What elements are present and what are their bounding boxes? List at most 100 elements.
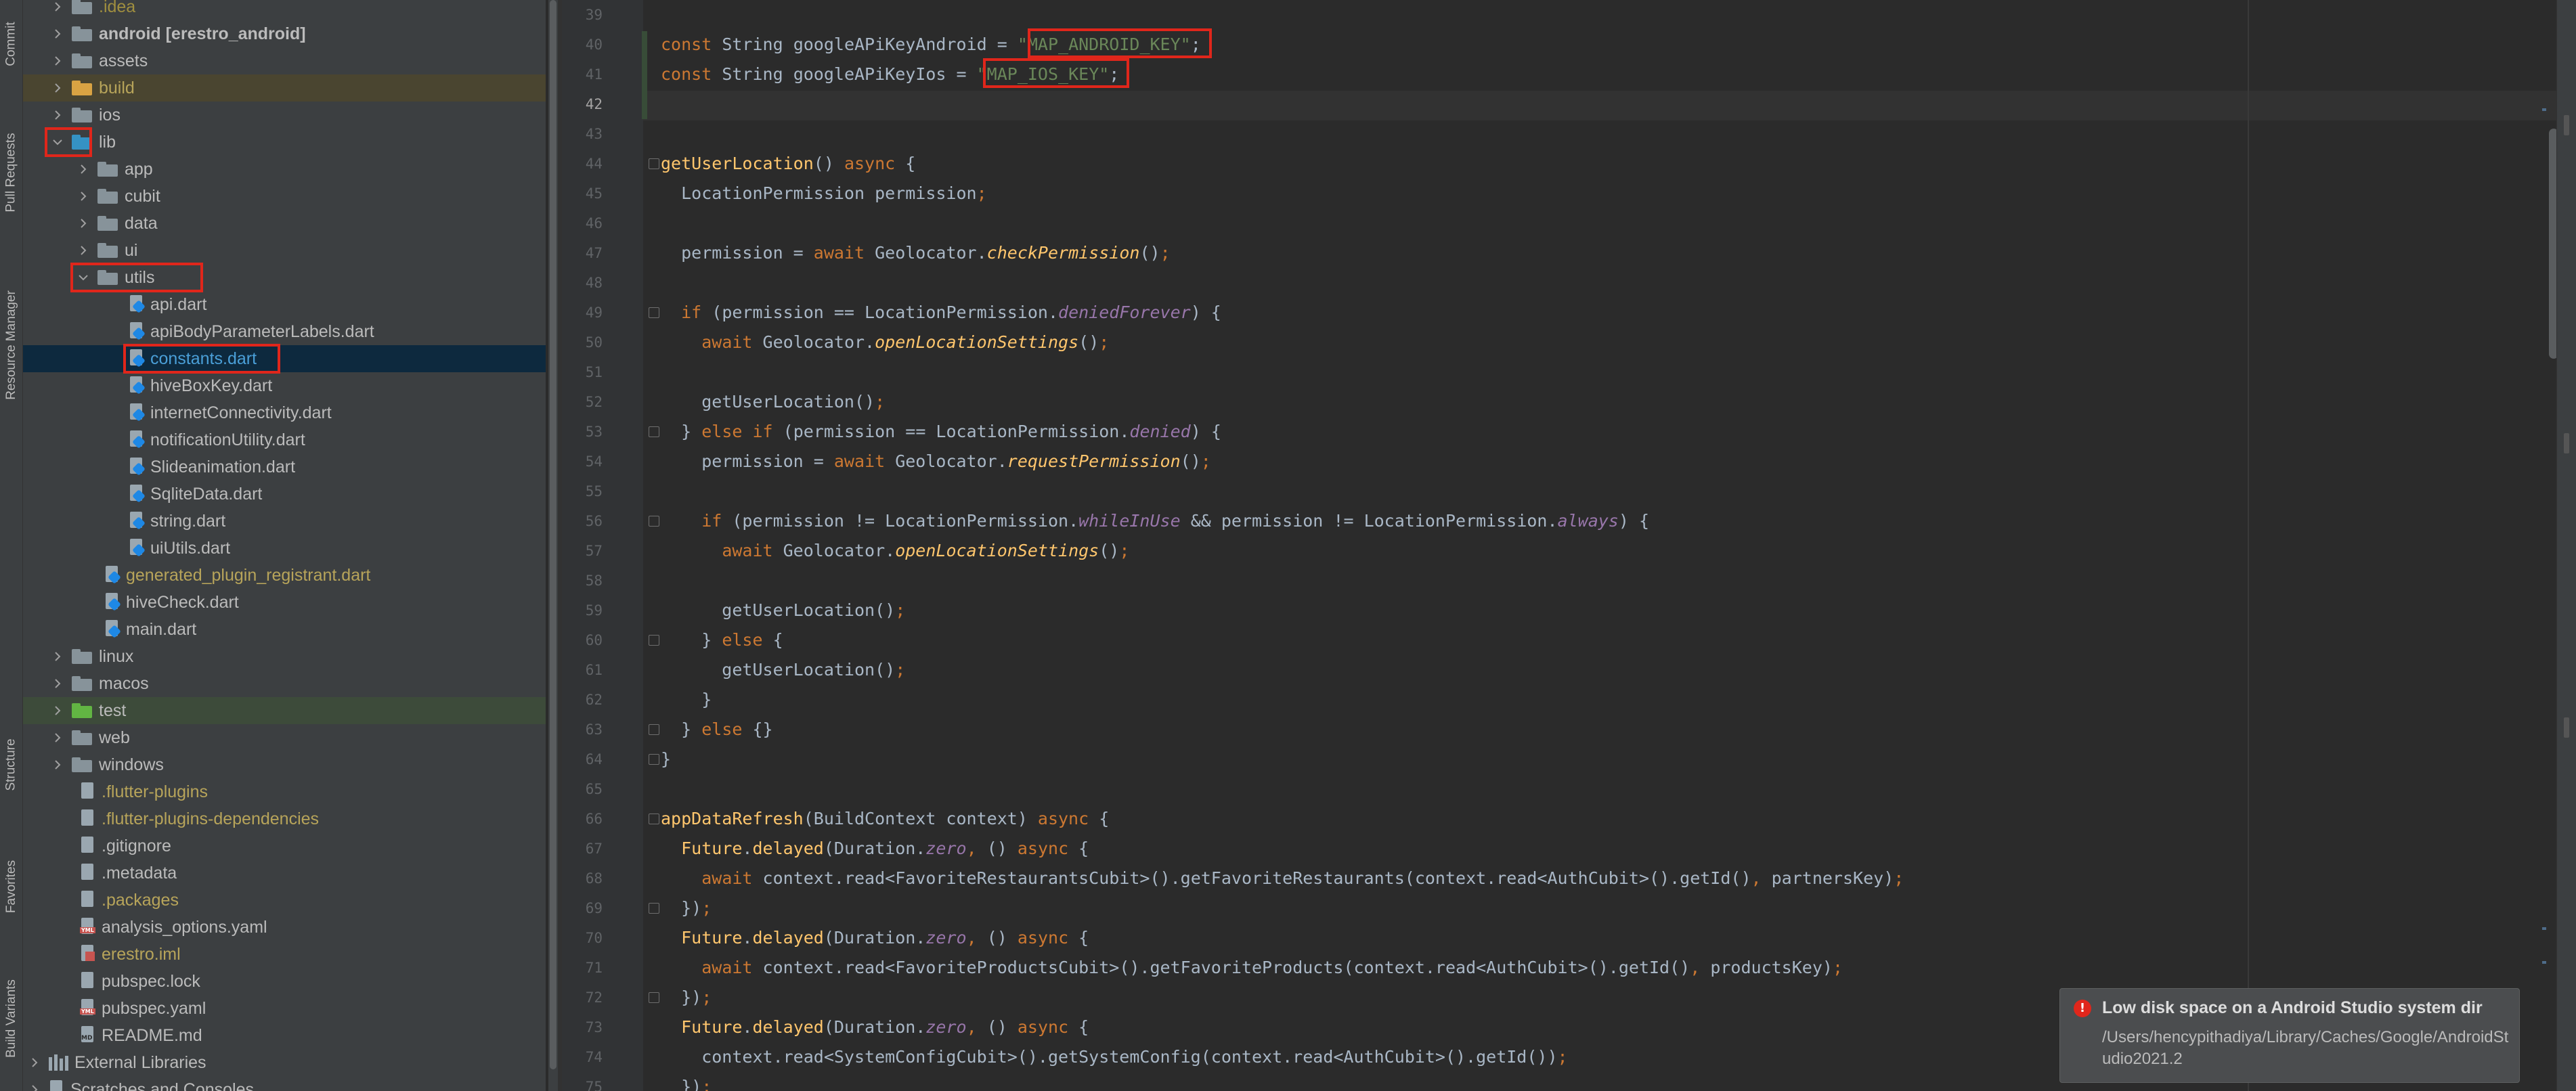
notification-title: Low disk space on a Android Studio syste…	[2102, 998, 2483, 1017]
tree-item-scratches[interactable]: Scratches and Consoles	[23, 1076, 546, 1091]
tab-build-variants[interactable]: Build Variants	[0, 954, 23, 1083]
tree-item-file[interactable]: pubspec.lock	[23, 968, 546, 995]
tab-structure[interactable]: Structure	[0, 717, 23, 812]
tree-item-file[interactable]: internetConnectivity.dart	[23, 399, 546, 426]
chevron-right-icon[interactable]	[50, 81, 65, 95]
tree-item-file[interactable]: string.dart	[23, 508, 546, 535]
chevron-right-icon[interactable]	[50, 703, 65, 718]
tree-item-file[interactable]: .flutter-plugins	[23, 778, 546, 805]
code-line: Future.delayed(Duration.zero, () async {	[681, 1017, 1089, 1037]
tab-pull-requests-label: Pull Requests	[4, 133, 19, 213]
code-line: }	[661, 749, 672, 769]
code-editor[interactable]: 39 40 41 42 43 44 45 46 47 48 49 50 51 5…	[562, 0, 2576, 1091]
chevron-down-icon[interactable]	[76, 270, 91, 285]
tree-item-file[interactable]: api.dart	[23, 291, 546, 318]
line-number: 49	[585, 305, 603, 321]
line-number: 52	[585, 394, 603, 410]
chevron-right-icon[interactable]	[76, 189, 91, 204]
tree-item-file[interactable]: Slideanimation.dart	[23, 453, 546, 481]
fold-marker-icon[interactable]	[649, 635, 659, 646]
fold-marker-icon[interactable]	[649, 992, 659, 1003]
folder-icon	[72, 703, 92, 718]
tree-item-cubit[interactable]: cubit	[23, 183, 546, 210]
chevron-right-icon[interactable]	[50, 26, 65, 41]
tree-item-android[interactable]: android [erestro_android]	[23, 20, 546, 47]
folder-icon	[72, 26, 92, 41]
tree-item-linux[interactable]: linux	[23, 643, 546, 670]
tree-item-file[interactable]: README.md	[23, 1022, 546, 1049]
tree-item-data[interactable]: data	[23, 210, 546, 237]
chevron-right-icon[interactable]	[50, 730, 65, 745]
chevron-right-icon[interactable]	[76, 216, 91, 231]
tree-item-label: ios	[99, 105, 121, 125]
tree-item-file[interactable]: apiBodyParameterLabels.dart	[23, 318, 546, 345]
tree-item-test[interactable]: test	[23, 697, 546, 724]
line-number: 41	[585, 66, 603, 83]
right-tool-tab[interactable]	[2564, 717, 2569, 738]
tab-pull-requests[interactable]: Pull Requests	[0, 108, 23, 237]
right-tool-tab[interactable]	[2564, 433, 2569, 453]
code-token: appDataRefresh	[661, 809, 804, 828]
fold-marker-icon[interactable]	[649, 516, 659, 527]
folder-icon	[72, 135, 92, 150]
fold-marker-icon[interactable]	[649, 814, 659, 824]
tree-item-macos[interactable]: macos	[23, 670, 546, 697]
tree-item-external-libraries[interactable]: External Libraries	[23, 1049, 546, 1076]
tab-resource-manager[interactable]: Resource Manager	[0, 261, 23, 430]
fold-marker-icon[interactable]	[649, 903, 659, 914]
code-token: else	[701, 422, 743, 441]
right-tool-tab[interactable]	[2564, 115, 2569, 135]
tree-item-windows[interactable]: windows	[23, 751, 546, 778]
tree-item-file[interactable]: main.dart	[23, 616, 546, 643]
tree-item-app[interactable]: app	[23, 156, 546, 183]
tree-item-file[interactable]: generated_plugin_registrant.dart	[23, 562, 546, 589]
tree-item-lib[interactable]: lib	[23, 129, 546, 156]
tree-item-assets[interactable]: assets	[23, 47, 546, 74]
tree-item-ios[interactable]: ios	[23, 102, 546, 129]
chevron-right-icon[interactable]	[76, 162, 91, 177]
tree-scroll-thumb[interactable]	[550, 0, 556, 1069]
tree-item-file[interactable]: erestro.iml	[23, 941, 546, 968]
tab-commit[interactable]: Commit	[0, 0, 23, 88]
tree-item-web[interactable]: web	[23, 724, 546, 751]
tree-item-file[interactable]: pubspec.yaml	[23, 995, 546, 1022]
chevron-right-icon[interactable]	[50, 676, 65, 691]
low-disk-space-notification[interactable]: ! Low disk space on a Android Studio sys…	[2059, 988, 2520, 1083]
tree-item-file[interactable]: SqliteData.dart	[23, 481, 546, 508]
tab-favorites[interactable]: Favorites	[0, 839, 23, 934]
chevron-right-icon[interactable]	[50, 53, 65, 68]
chevron-right-icon[interactable]	[27, 1055, 42, 1070]
chevron-right-icon[interactable]	[27, 1082, 42, 1091]
notification-body: /Users/hencypithadiya/Library/Caches/Goo…	[2102, 1028, 2509, 1068]
tree-item-file[interactable]: analysis_options.yaml	[23, 914, 546, 941]
fold-marker-icon[interactable]	[649, 724, 659, 735]
tree-item-file[interactable]: hiveBoxKey.dart	[23, 372, 546, 399]
tree-item-file[interactable]: .gitignore	[23, 832, 546, 860]
tree-item-ui[interactable]: ui	[23, 237, 546, 264]
chevron-right-icon[interactable]	[50, 757, 65, 772]
tree-item-file[interactable]: hiveCheck.dart	[23, 589, 546, 616]
tree-item-file[interactable]: .flutter-plugins-dependencies	[23, 805, 546, 832]
chevron-right-icon[interactable]	[50, 649, 65, 664]
right-margin-guide	[2248, 0, 2249, 1091]
chevron-right-icon[interactable]	[50, 0, 65, 14]
chevron-down-icon[interactable]	[50, 135, 65, 150]
dart-file-icon	[104, 620, 121, 639]
tree-item-label: macos	[99, 673, 149, 693]
code-token: const	[661, 64, 712, 84]
tree-item-file[interactable]: .packages	[23, 887, 546, 914]
yaml-file-icon	[80, 999, 96, 1018]
fold-marker-icon[interactable]	[649, 754, 659, 765]
tree-item-file-selected[interactable]: constants.dart	[23, 345, 546, 372]
tree-item-build[interactable]: build	[23, 74, 546, 102]
tree-item-idea[interactable]: .idea	[23, 0, 546, 20]
fold-marker-icon[interactable]	[649, 307, 659, 318]
tree-item-file[interactable]: uiUtils.dart	[23, 535, 546, 562]
chevron-right-icon[interactable]	[50, 108, 65, 123]
tree-item-file[interactable]: .metadata	[23, 860, 546, 887]
chevron-right-icon[interactable]	[76, 243, 91, 258]
tree-item-file[interactable]: notificationUtility.dart	[23, 426, 546, 453]
fold-marker-icon[interactable]	[649, 426, 659, 437]
tree-item-utils[interactable]: utils	[23, 264, 546, 291]
fold-marker-icon[interactable]	[649, 158, 659, 169]
